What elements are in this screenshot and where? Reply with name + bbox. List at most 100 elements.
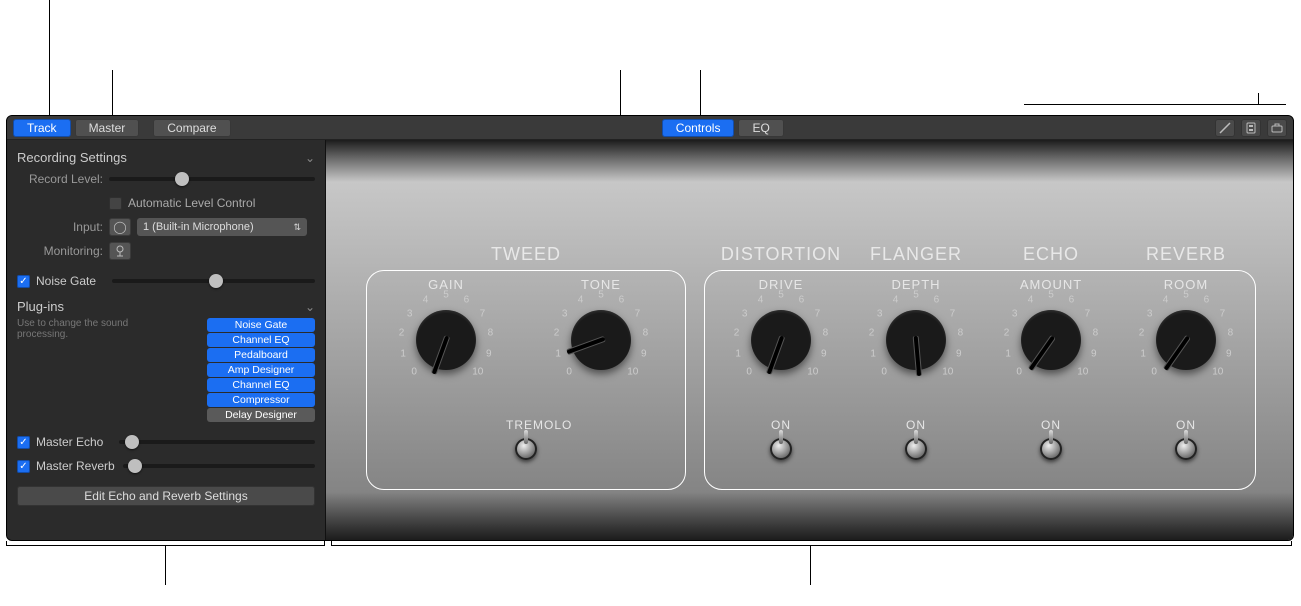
scale-tick: 2 (734, 327, 740, 338)
toolbox-icon[interactable] (1267, 119, 1287, 137)
record-level-slider[interactable] (109, 177, 315, 181)
plugin-item[interactable]: Pedalboard (207, 348, 315, 362)
reverb-toggle[interactable]: ON (1166, 418, 1206, 460)
scale-tick: 1 (735, 348, 741, 359)
depth-knob[interactable]: DEPTH012345678910 (871, 295, 961, 385)
scale-tick: 0 (746, 366, 752, 377)
master-reverb-slider[interactable] (123, 464, 315, 468)
controls-tab[interactable]: Controls (662, 119, 735, 137)
scale-tick: 3 (877, 308, 883, 319)
callout-line (1258, 93, 1259, 105)
scale-tick: 9 (1226, 348, 1232, 359)
room-knob[interactable]: ROOM012345678910 (1141, 295, 1231, 385)
fx-title: ECHO (986, 244, 1116, 265)
controls-stage: TWEED TREMOLO GAIN012345678910TONE012345… (325, 140, 1293, 540)
scale-tick: 10 (1077, 366, 1088, 377)
scale-tick: 10 (627, 366, 638, 377)
callout-line (112, 70, 113, 118)
compare-button[interactable]: Compare (153, 119, 230, 137)
scale-tick: 8 (1228, 327, 1234, 338)
center-segment: Controls EQ (662, 119, 788, 137)
smart-controls-window: Track Master Compare Controls EQ Recordi… (6, 115, 1294, 541)
tone-knob[interactable]: TONE012345678910 (556, 295, 646, 385)
scale-tick: 7 (815, 308, 821, 319)
edit-echo-reverb-button[interactable]: Edit Echo and Reverb Settings (17, 486, 315, 506)
track-button[interactable]: Track (13, 119, 71, 137)
plugin-item[interactable]: Channel EQ (207, 378, 315, 392)
scale-tick: 2 (1004, 327, 1010, 338)
plugins-header[interactable]: Plug-ins ⌄ (17, 299, 315, 314)
scale-tick: 7 (1220, 308, 1226, 319)
scale-tick: 6 (1204, 294, 1210, 305)
plugins-help-text: Use to change the sound processing. (17, 318, 167, 340)
noise-gate-slider[interactable] (112, 279, 315, 283)
callout-line (324, 541, 325, 546)
drive-knob[interactable]: DRIVE012345678910 (736, 295, 826, 385)
scale-tick: 5 (778, 290, 784, 301)
scale-tick: 8 (488, 327, 494, 338)
scale-tick: 3 (742, 308, 748, 319)
scale-tick: 4 (1163, 294, 1169, 305)
scale-tick: 9 (956, 348, 962, 359)
tremolo-toggle[interactable]: TREMOLO (506, 418, 546, 460)
scale-tick: 9 (821, 348, 827, 359)
distortion-toggle[interactable]: ON (761, 418, 801, 460)
scale-tick: 4 (578, 294, 584, 305)
plugin-item[interactable]: Noise Gate (207, 318, 315, 332)
scale-tick: 7 (950, 308, 956, 319)
auto-level-label: Automatic Level Control (128, 196, 255, 210)
input-label: Input: (17, 220, 103, 234)
flanger-toggle[interactable]: ON (896, 418, 936, 460)
scale-tick: 0 (1016, 366, 1022, 377)
monitoring-button[interactable] (109, 242, 131, 260)
scale-tick: 5 (443, 290, 449, 301)
plugin-item[interactable]: Amp Designer (207, 363, 315, 377)
callout-line (331, 541, 332, 546)
scale-tick: 2 (1139, 327, 1145, 338)
plugin-item[interactable]: Delay Designer (207, 408, 315, 422)
input-source-popup[interactable]: 1 (Built-in Microphone) ⇅ (137, 218, 307, 236)
chevron-down-icon: ⌄ (305, 300, 315, 314)
scale-tick: 8 (823, 327, 829, 338)
master-button[interactable]: Master (75, 119, 140, 137)
scale-tick: 7 (480, 308, 486, 319)
plugin-item[interactable]: Channel EQ (207, 333, 315, 347)
callout-line (6, 541, 7, 546)
master-echo-checkbox[interactable]: ✓ (17, 436, 30, 449)
plugin-item[interactable]: Compressor (207, 393, 315, 407)
scale-tick: 6 (619, 294, 625, 305)
callout-line (49, 0, 50, 118)
scale-tick: 9 (1091, 348, 1097, 359)
master-reverb-checkbox[interactable]: ✓ (17, 460, 30, 473)
callout-line (700, 70, 701, 118)
scale-tick: 6 (799, 294, 805, 305)
callout-line (165, 545, 166, 585)
tuner-icon[interactable] (1215, 119, 1235, 137)
input-format-button[interactable]: ◯ (109, 218, 131, 236)
scale-tick: 10 (942, 366, 953, 377)
arpeggiator-icon[interactable] (1241, 119, 1261, 137)
auto-level-checkbox[interactable]: ✓ (109, 197, 122, 210)
scale-tick: 4 (893, 294, 899, 305)
scale-tick: 4 (1028, 294, 1034, 305)
echo-toggle[interactable]: ON (1031, 418, 1071, 460)
scale-tick: 5 (1183, 290, 1189, 301)
scale-tick: 7 (1085, 308, 1091, 319)
amount-knob[interactable]: AMOUNT012345678910 (1006, 295, 1096, 385)
noise-gate-checkbox[interactable]: ✓ (17, 275, 30, 288)
recording-settings-header[interactable]: Recording Settings ⌄ (17, 150, 315, 165)
scale-tick: 0 (566, 366, 572, 377)
noise-gate-label: Noise Gate (36, 274, 96, 288)
scale-tick: 5 (913, 290, 919, 301)
scale-tick: 0 (411, 366, 417, 377)
eq-tab[interactable]: EQ (738, 119, 783, 137)
recording-settings-title: Recording Settings (17, 150, 127, 165)
master-echo-slider[interactable] (119, 440, 315, 444)
callout-line (810, 545, 811, 585)
scale-tick: 7 (635, 308, 641, 319)
chevron-down-icon: ⌄ (305, 151, 315, 165)
fx-title: FLANGER (851, 244, 981, 265)
scale-tick: 5 (598, 290, 604, 301)
gain-knob[interactable]: GAIN012345678910 (401, 295, 491, 385)
scale-tick: 3 (1147, 308, 1153, 319)
